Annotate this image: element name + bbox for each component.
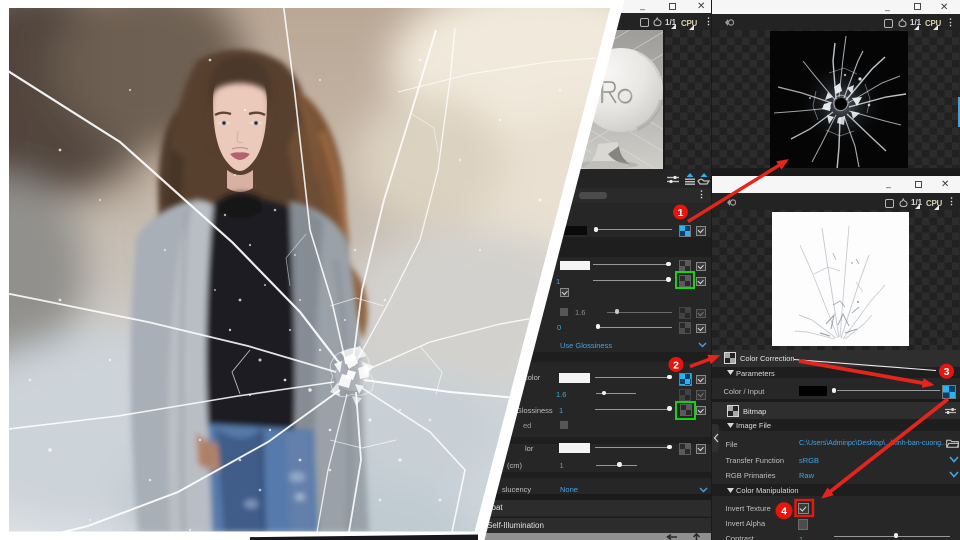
svg-text:4: 4 [781,506,787,518]
svg-text:3: 3 [944,366,950,378]
svg-text:1: 1 [678,207,684,219]
svg-text:2: 2 [673,359,679,371]
